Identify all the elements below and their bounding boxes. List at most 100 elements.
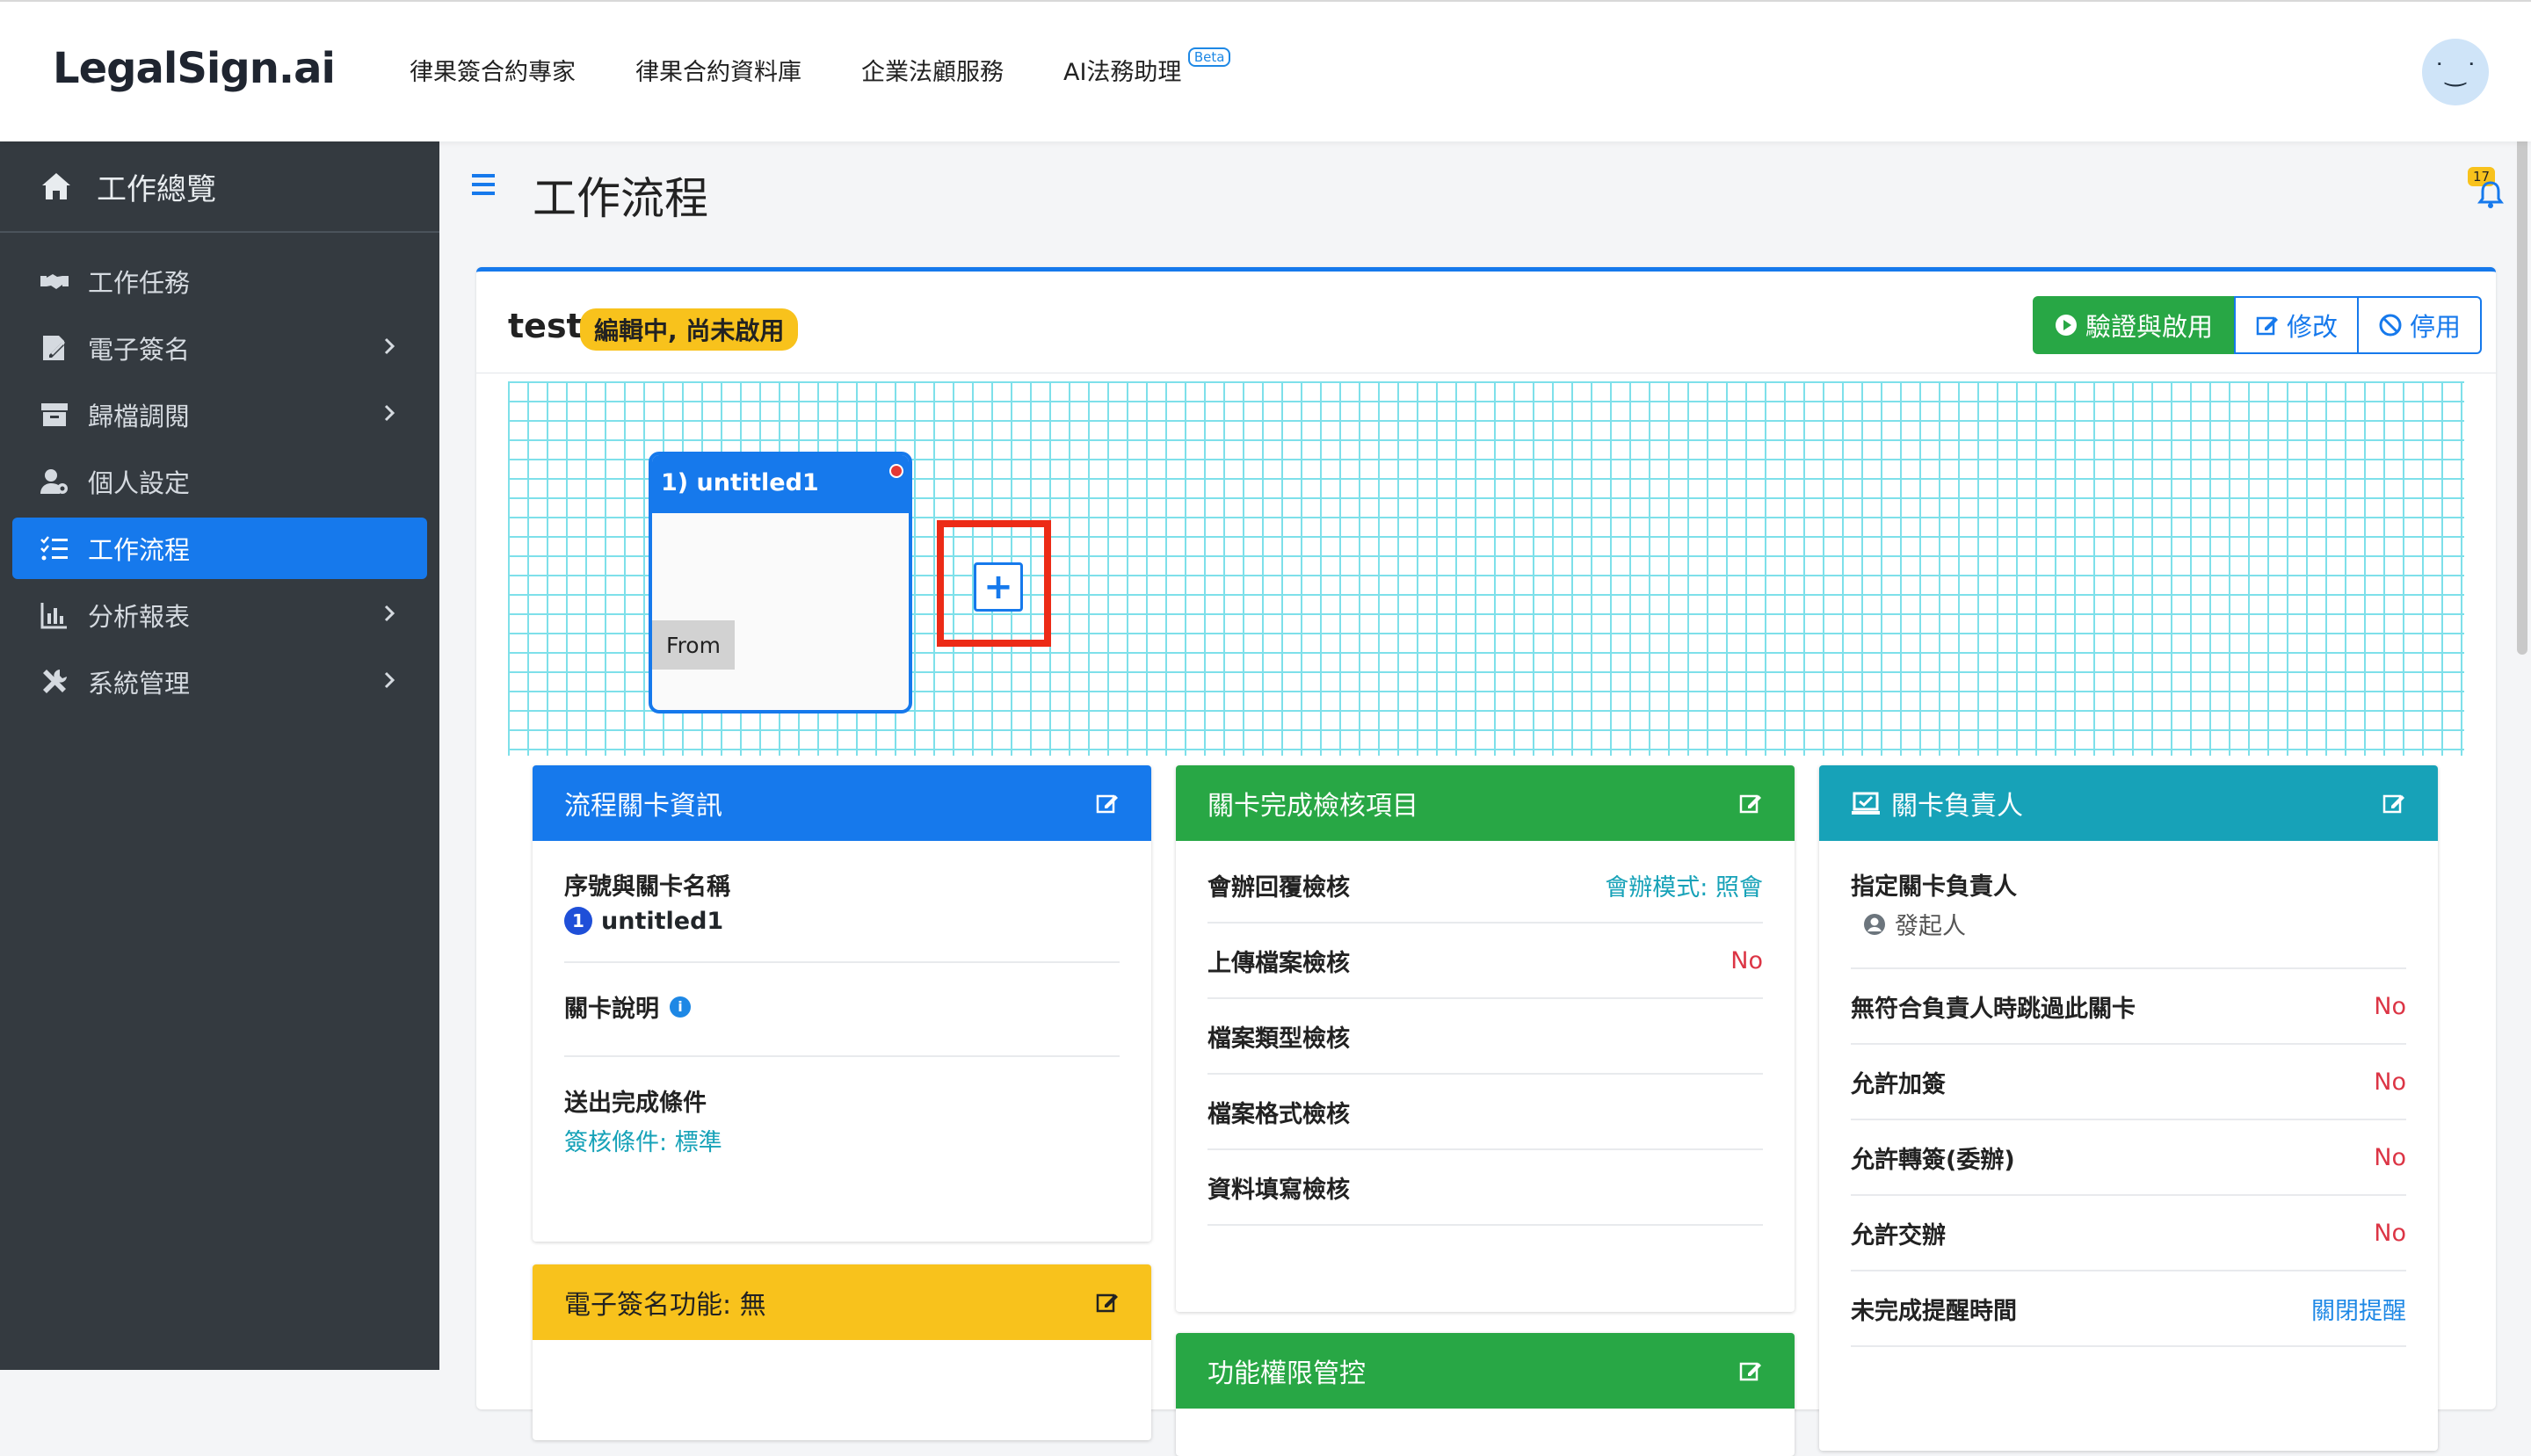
sidebar-item-system[interactable]: 系統管理 [12, 651, 427, 713]
user-check-icon [1851, 790, 1881, 816]
archive-icon [39, 399, 70, 431]
submit-condition-block: 送出完成條件 簽核條件: 標準 [564, 1057, 1120, 1184]
desc-label: 關卡說明 [564, 996, 659, 1023]
info-icon[interactable]: i [670, 996, 691, 1018]
panel-header: 流程關卡資訊 [533, 765, 1151, 841]
disable-button[interactable]: 停用 [2358, 296, 2482, 354]
page-title: 工作流程 [533, 173, 708, 224]
panel-header: 電子簽名功能: 無 [533, 1264, 1151, 1340]
sidebar-item-label: 電子簽名 [88, 335, 191, 365]
nav-ai-assistant[interactable]: AI法務助理 Beta [1063, 47, 1231, 87]
workflow-canvas[interactable]: 1) untitled1 From + [508, 381, 2464, 756]
assign-owner-block: 指定關卡負責人 發起人 [1851, 841, 2406, 969]
sidebar-item-label: 個人設定 [88, 468, 191, 498]
panel-title: 電子簽名功能: 無 [564, 1290, 766, 1321]
node-from-connector[interactable]: From [652, 620, 735, 670]
sidebar-item-reports[interactable]: 分析報表 [12, 584, 427, 646]
verify-enable-label: 驗證與啟用 [2085, 312, 2213, 342]
edit-label: 修改 [2286, 312, 2338, 342]
edit-icon[interactable] [1738, 1358, 1763, 1383]
handshake-icon [39, 265, 70, 297]
nav-contract-expert[interactable]: 律果簽合約專家 [410, 53, 576, 87]
workflow-card: test 編輯中, 尚未啟用 驗證與啟用 修改 停用 1) untitled1 … [476, 267, 2496, 1456]
sidebar-home[interactable]: 工作總覽 [0, 141, 439, 233]
verify-enable-button[interactable]: 驗證與啟用 [2032, 296, 2234, 354]
hamburger-icon[interactable] [470, 172, 500, 199]
check-row: 資料填寫檢核 [1207, 1150, 1763, 1226]
owner-row: 允許轉簽(委辦) No [1851, 1120, 2406, 1196]
user-avatar[interactable]: ˙‿˙ [2422, 39, 2489, 105]
seq-label: 序號與關卡名稱 [564, 873, 730, 901]
nav-label: 企業法顧服務 [861, 59, 1004, 86]
sidebar-item-label: 工作任務 [88, 268, 191, 298]
node-delete-icon[interactable] [889, 464, 903, 478]
nav-label: AI法務助理 [1063, 59, 1182, 86]
add-node-button[interactable]: + [974, 562, 1023, 612]
home-icon [39, 169, 74, 204]
check-row: 檔案類型檢核 [1207, 999, 1763, 1075]
stage-sequence-block: 序號與關卡名稱 1 untitled1 [564, 841, 1120, 963]
add-node-highlight: + [937, 520, 1051, 647]
sidebar-item-settings[interactable]: 個人設定 [12, 451, 427, 512]
owner-row-value: 關閉提醒 [2311, 1297, 2406, 1325]
play-circle-icon [2054, 313, 2078, 337]
seq-number-badge: 1 [564, 907, 592, 935]
edit-icon [2255, 313, 2280, 337]
signature-icon [39, 332, 70, 364]
check-row: 會辦回覆檢核 會辦模式: 照會 [1207, 848, 1763, 924]
check-value: 會辦模式: 照會 [1605, 873, 1763, 902]
workflow-name: test [508, 307, 583, 345]
chart-icon [39, 599, 70, 631]
panel-header: 關卡負責人 [1819, 765, 2438, 841]
owner-row: 允許交辦 No [1851, 1196, 2406, 1271]
bell-icon[interactable] [2477, 176, 2505, 211]
edit-icon[interactable] [1738, 791, 1763, 815]
submit-label: 送出完成條件 [564, 1090, 707, 1117]
nav-contract-database[interactable]: 律果合約資料庫 [635, 53, 801, 87]
permissions-panel: 功能權限管控 [1176, 1333, 1795, 1456]
ban-icon [2378, 313, 2403, 337]
sidebar-item-label: 工作流程 [88, 535, 191, 565]
panel-title: 關卡負責人 [1891, 791, 2023, 822]
sidebar-item-tasks[interactable]: 工作任務 [12, 250, 427, 312]
nav-legal-service[interactable]: 企業法顧服務 [861, 53, 1004, 87]
sidebar-item-archive[interactable]: 歸檔調閱 [12, 384, 427, 445]
owner-row-value: No [2374, 1219, 2406, 1247]
assign-value: 發起人 [1895, 913, 1966, 940]
node-header: 1) untitled1 [652, 455, 909, 513]
check-value: No [1730, 946, 1763, 974]
sidebar-item-label: 系統管理 [88, 669, 191, 699]
panel-header: 關卡完成檢核項目 [1176, 765, 1795, 841]
status-badge: 編輯中, 尚未啟用 [580, 308, 799, 351]
stage-info-panel: 流程關卡資訊 序號與關卡名稱 1 untitled1 關卡說明 i 送出完成條件… [533, 765, 1151, 1242]
edit-button[interactable]: 修改 [2233, 296, 2359, 354]
app-logo[interactable]: LegalSign.ai [53, 44, 336, 93]
check-label: 檔案格式檢核 [1207, 1100, 1350, 1128]
sidebar: 工作總覽 工作任務 電子簽名 歸檔調閱 個人設定 工作流程 分析報表 系統管理 [0, 141, 439, 1370]
edit-icon[interactable] [1095, 1290, 1120, 1315]
owner-row-label: 允許轉簽(委辦) [1851, 1146, 2015, 1174]
sidebar-home-label: 工作總覽 [97, 171, 216, 207]
owner-row-label: 未完成提醒時間 [1851, 1297, 2017, 1325]
check-label: 資料填寫檢核 [1207, 1176, 1350, 1204]
owner-row-value: No [2374, 1068, 2406, 1096]
edit-icon[interactable] [2382, 791, 2406, 815]
panel-title: 功能權限管控 [1207, 1358, 1366, 1389]
owner-row-label: 無符合負責人時跳過此關卡 [1851, 995, 2136, 1023]
owner-row: 無符合負責人時跳過此關卡 No [1851, 969, 2406, 1045]
assign-label: 指定關卡負責人 [1851, 873, 2017, 901]
nav-label: 律果簽合約專家 [410, 59, 576, 86]
sidebar-item-esign[interactable]: 電子簽名 [12, 317, 427, 379]
disable-label: 停用 [2409, 312, 2461, 342]
node-title: 1) untitled1 [661, 469, 819, 496]
chevron-right-icon [378, 402, 401, 424]
owner-row-value: No [2374, 1143, 2406, 1171]
list-check-icon [39, 532, 70, 564]
sidebar-item-workflow[interactable]: 工作流程 [12, 518, 427, 579]
chevron-right-icon [378, 602, 401, 625]
check-label: 會辦回覆檢核 [1207, 873, 1350, 902]
panel-title: 流程關卡資訊 [564, 791, 722, 822]
tools-icon [39, 666, 70, 698]
workflow-node[interactable]: 1) untitled1 From [649, 452, 912, 714]
edit-icon[interactable] [1095, 791, 1120, 815]
